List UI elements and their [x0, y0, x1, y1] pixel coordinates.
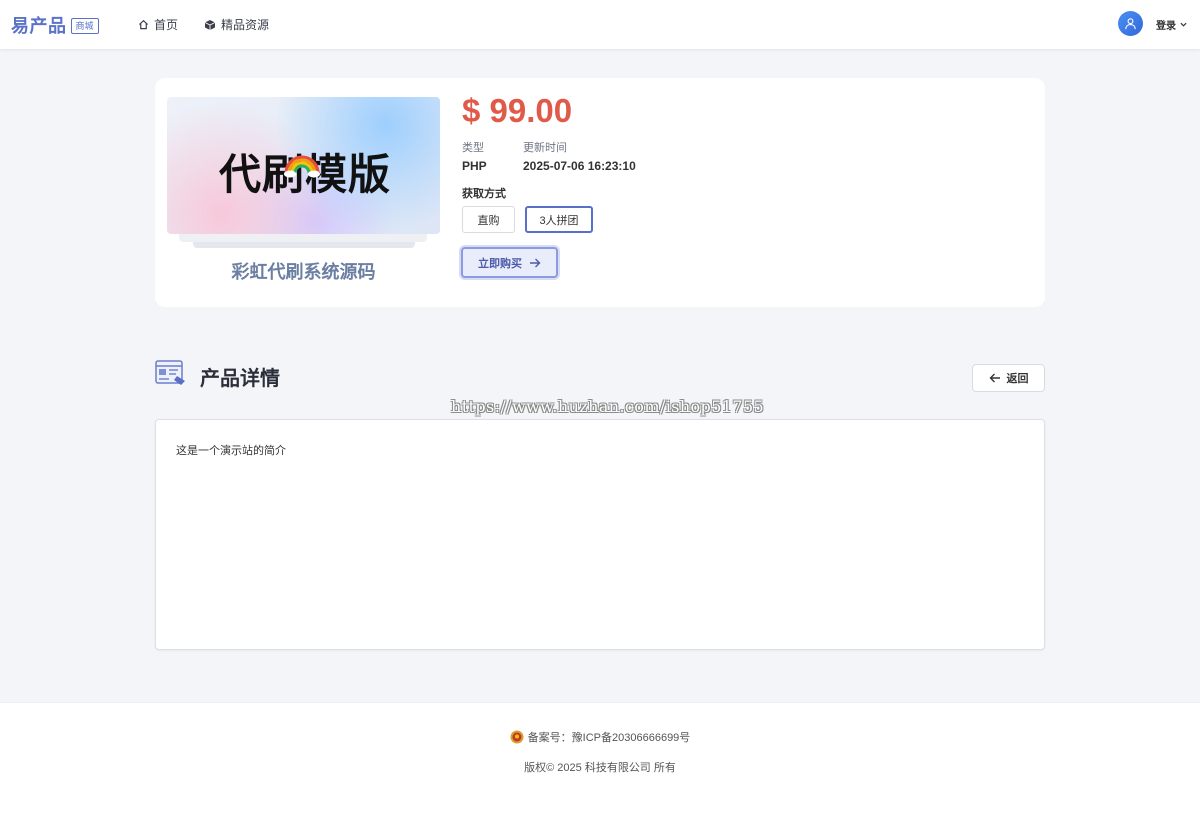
- product-price: $ 99.00: [462, 92, 573, 129]
- back-label: 返回: [1006, 373, 1029, 385]
- type-label: 类型: [462, 142, 484, 154]
- login-menu[interactable]: 登录: [1156, 17, 1187, 32]
- watermark-text: https://www.huzhan.com/ishop51755: [451, 397, 765, 416]
- product-description: 这是一个演示站的简介: [176, 445, 286, 457]
- nav-item-label: 精品资源: [221, 18, 270, 32]
- home-icon: [138, 19, 149, 30]
- option-direct-buy[interactable]: 直购: [462, 206, 515, 233]
- icp-label: 备案号：: [527, 732, 572, 744]
- user-icon: [1125, 18, 1136, 30]
- icp-number-link[interactable]: 豫ICP备20306666699号: [572, 729, 691, 745]
- update-time-value: 2025-07-06 16:23:10: [523, 159, 636, 173]
- product-image: 代刷模版: [167, 97, 440, 234]
- buy-now-label: 立即购买: [478, 257, 522, 270]
- arrow-right-icon: [530, 258, 541, 267]
- nav-item-home[interactable]: 首页: [138, 16, 178, 33]
- brand-name: 易产品: [11, 16, 67, 36]
- user-avatar[interactable]: [1118, 11, 1143, 36]
- nav-item-label: 首页: [154, 18, 179, 32]
- buy-now-button[interactable]: 立即购买: [461, 247, 558, 278]
- nav-item-resources[interactable]: 精品资源: [204, 16, 269, 33]
- section-title: 产品详情: [200, 368, 280, 390]
- update-time-label: 更新时间: [523, 142, 567, 154]
- icp-record: 备案号： 豫ICP备20306666699号: [0, 729, 1200, 745]
- option-group-buy[interactable]: 3人拼团: [525, 206, 593, 233]
- arrow-left-icon: [989, 373, 1000, 383]
- copyright-text: 版权© 2025 科技有限公司 所有: [524, 762, 676, 774]
- footer: 备案号： 豫ICP备20306666699号 版权© 2025 科技有限公司 所…: [0, 702, 1200, 815]
- acquire-method-label: 获取方式: [462, 188, 506, 200]
- brand-badge: 商城: [70, 18, 99, 34]
- login-label: 登录: [1156, 21, 1176, 32]
- product-detail-content: 这是一个演示站的简介: [155, 419, 1045, 650]
- cube-icon: [204, 19, 216, 30]
- top-navbar: 易产品 商城 首页 精品资源 登录: [0, 0, 1200, 49]
- type-value: PHP: [462, 159, 487, 173]
- image-stack-shadow: [193, 242, 415, 248]
- chevron-down-icon: [1180, 22, 1187, 27]
- product-card: 代刷模版 彩虹代刷系统源码 $ 99.00 类型 PHP 更新时间 2025-0…: [155, 78, 1045, 307]
- brand-logo[interactable]: 易产品 商城: [11, 12, 99, 38]
- police-badge-icon: [510, 730, 524, 744]
- image-stack-shadow: [179, 234, 427, 242]
- product-name: 彩虹代刷系统源码: [231, 262, 376, 282]
- back-button[interactable]: 返回: [972, 364, 1045, 392]
- rainbow-icon: [284, 155, 320, 178]
- product-detail-icon: [155, 360, 185, 385]
